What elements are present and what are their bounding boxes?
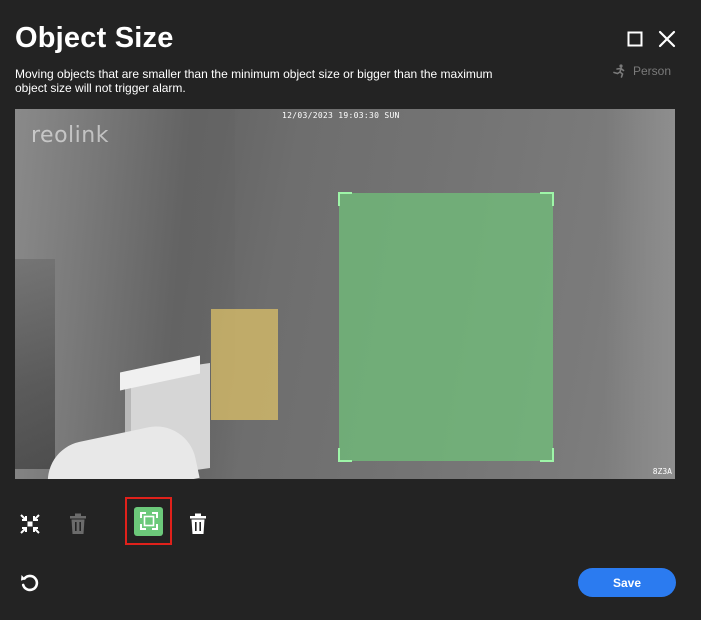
reset-button[interactable] <box>17 570 43 596</box>
channel-label: 8Z3A <box>652 467 672 476</box>
resize-handle-top-right[interactable] <box>540 192 554 206</box>
minimum-object-size-box[interactable] <box>211 309 278 420</box>
dialog-title: Object Size <box>15 22 174 54</box>
maximize-icon <box>627 31 643 47</box>
dialog-description: Moving objects that are smaller than the… <box>15 67 493 95</box>
save-button[interactable]: Save <box>578 568 676 597</box>
minimum-size-button[interactable] <box>16 510 44 538</box>
background-clutter <box>15 259 55 469</box>
trash-icon <box>70 513 86 534</box>
delete-maximum-box-button[interactable] <box>184 510 212 538</box>
trash-icon <box>190 513 206 534</box>
close-icon <box>658 30 676 48</box>
maximum-object-size-box[interactable] <box>338 192 554 462</box>
wall-edge <box>605 109 675 479</box>
minimum-size-icon <box>20 514 40 534</box>
resize-handle-top-left[interactable] <box>338 192 352 206</box>
reset-icon <box>21 574 39 592</box>
brand-watermark: reolink <box>31 123 109 148</box>
running-person-icon <box>613 64 625 78</box>
person-label: Person <box>633 64 672 78</box>
resize-handle-bottom-right[interactable] <box>540 448 554 462</box>
maximum-size-button-face <box>134 506 163 536</box>
camera-preview[interactable]: reolink 12/03/2023 19:03:30 SUN 8Z3A <box>15 109 675 479</box>
delete-minimum-box-button[interactable] <box>64 510 92 538</box>
maximum-size-button[interactable] <box>125 497 172 545</box>
resize-handle-bottom-left[interactable] <box>338 448 352 462</box>
maximum-size-icon <box>139 512 158 530</box>
person-filter: Person <box>612 64 671 78</box>
close-button[interactable] <box>656 28 678 50</box>
video-timestamp: 12/03/2023 19:03:30 SUN <box>282 111 400 120</box>
maximize-button[interactable] <box>624 28 646 50</box>
